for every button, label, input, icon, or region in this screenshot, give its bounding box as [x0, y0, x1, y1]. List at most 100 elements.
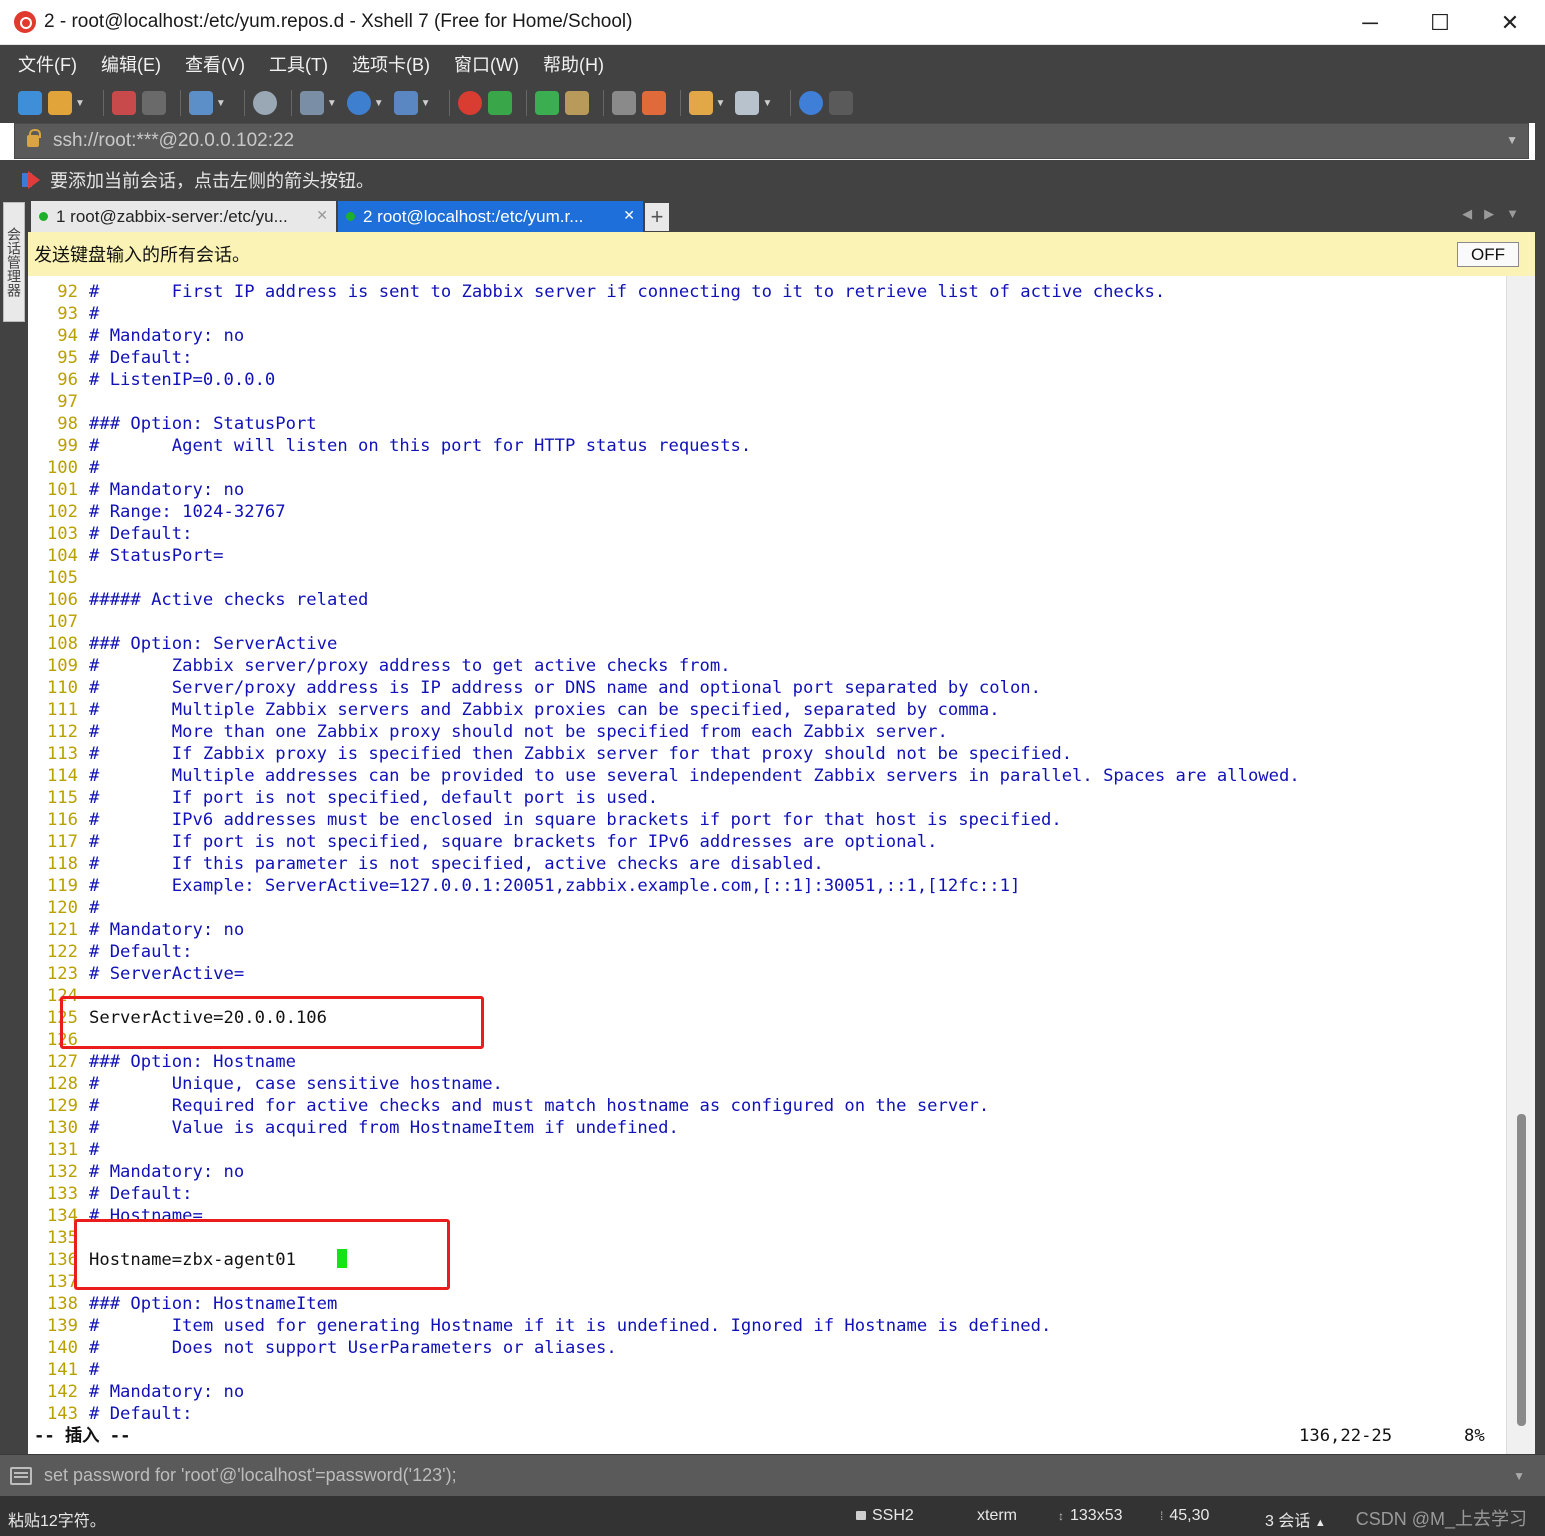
line-content: # Mandatory: no	[89, 1162, 245, 1182]
address-bar[interactable]: ssh://root:***@20.0.0.102:22 ▼	[14, 123, 1529, 159]
layout-icon[interactable]	[735, 91, 760, 115]
line-text: ##### Active checks related	[78, 589, 368, 611]
open-dropdown-icon[interactable]: ▼	[75, 98, 85, 109]
transfer-icon[interactable]	[299, 91, 324, 115]
line-text: #	[78, 457, 99, 479]
line-text: # IPv6 addresses must be enclosed in squ…	[78, 809, 1062, 831]
line-text: # If Zabbix proxy is specified then Zabb…	[78, 743, 1072, 765]
layout-dropdown-icon[interactable]: ▼	[762, 98, 772, 109]
new-session-icon[interactable]	[18, 91, 42, 115]
terminal-line: 120 #	[28, 897, 1508, 919]
broadcast-toggle-button[interactable]: OFF	[1457, 242, 1519, 267]
status-sessions[interactable]: 3 会话 ▲	[1265, 1507, 1326, 1531]
disconnect-icon[interactable]	[111, 91, 136, 115]
terminal-line: 99 # Agent will listen on this port for H…	[28, 435, 1508, 457]
close-icon[interactable]: ✕	[623, 207, 635, 224]
chat-icon[interactable]	[829, 91, 854, 115]
font-dropdown-icon[interactable]: ▼	[421, 98, 431, 109]
menu-file[interactable]: 文件(F)	[14, 51, 81, 77]
line-number: 136	[46, 1250, 78, 1270]
compose-icon[interactable]	[10, 1466, 32, 1485]
line-text: # Default:	[78, 941, 192, 963]
xftp-icon[interactable]	[487, 91, 512, 115]
help-icon[interactable]	[799, 91, 824, 115]
size-label: 133x53	[1070, 1507, 1123, 1524]
menu-edit[interactable]: 编辑(E)	[97, 51, 165, 77]
line-content: # Agent will listen on this port for HTT…	[89, 436, 752, 456]
terminal-line: 115 # If port is not specified, default p…	[28, 787, 1508, 809]
tab-session-1[interactable]: 1 root@zabbix-server:/etc/yu... ✕	[31, 201, 336, 232]
reconnect-icon[interactable]	[141, 91, 166, 115]
terminal-line: 108 ### Option: ServerActive	[28, 633, 1508, 655]
properties-icon[interactable]	[188, 91, 213, 115]
line-number: 98	[57, 414, 78, 434]
terminal-line: 103 # Default:	[28, 523, 1508, 545]
terminal-line: 106 ##### Active checks related	[28, 589, 1508, 611]
chevron-down-icon[interactable]: ▼	[1513, 1469, 1525, 1483]
line-content: # Mandatory: no	[89, 1382, 245, 1402]
tab-bar: 1 root@zabbix-server:/etc/yu... ✕ 2 root…	[28, 200, 1545, 232]
encoding-dropdown-icon[interactable]: ▼	[374, 98, 384, 109]
terminal-line: 95 # Default:	[28, 347, 1508, 369]
address-input[interactable]: ssh://root:***@20.0.0.102:22	[53, 130, 294, 152]
line-content: ##### Active checks related	[89, 590, 369, 610]
xshell-icon[interactable]	[457, 91, 482, 115]
terminal-scrollbar[interactable]	[1506, 276, 1535, 1454]
terminal-line: 100 #	[28, 457, 1508, 479]
highlight-pen-icon[interactable]	[641, 91, 666, 115]
scrollbar-thumb[interactable]	[1517, 1114, 1526, 1426]
terminal-line: 113 # If Zabbix proxy is specified then Z…	[28, 743, 1508, 765]
line-number: 96	[57, 370, 78, 390]
window-controls: ─ ☐ ✕	[1335, 0, 1545, 45]
line-number: 113	[46, 744, 78, 764]
line-content: # If port is not specified, square brack…	[89, 832, 938, 852]
transfer-dropdown-icon[interactable]: ▼	[327, 98, 337, 109]
tab-session-2[interactable]: 2 root@localhost:/etc/yum.r... ✕	[338, 201, 643, 232]
tab-scroll-arrows-icon[interactable]: ◀▶▼	[1462, 206, 1531, 222]
line-number: 122	[46, 942, 78, 962]
line-content: #	[89, 458, 100, 478]
properties-dropdown-icon[interactable]: ▼	[216, 98, 226, 109]
menu-tabs[interactable]: 选项卡(B)	[348, 51, 434, 77]
line-text: # Agent will listen on this port for HTT…	[78, 435, 751, 457]
folder-dropdown-icon[interactable]: ▼	[716, 98, 726, 109]
fullscreen-icon[interactable]	[534, 91, 559, 115]
broadcast-bar: 发送键盘输入的所有会话。 OFF	[28, 232, 1535, 276]
window-frame	[1535, 45, 1545, 1536]
globe-icon[interactable]	[346, 91, 371, 115]
terminal-line: 92 # First IP address is sent to Zabbix s…	[28, 281, 1508, 303]
menu-tools[interactable]: 工具(T)	[265, 51, 332, 77]
maximize-button[interactable]: ☐	[1405, 0, 1475, 45]
terminal-line: 114 # Multiple addresses can be provided …	[28, 765, 1508, 787]
add-folder-icon[interactable]	[688, 91, 713, 115]
terminal-line: 138 ### Option: HostnameItem	[28, 1293, 1508, 1315]
terminal-line: 119 # Example: ServerActive=127.0.0.1:200…	[28, 875, 1508, 897]
terminal-view[interactable]: 92 # First IP address is sent to Zabbix s…	[28, 276, 1535, 1454]
chevron-down-icon[interactable]: ▼	[1506, 133, 1518, 147]
xshell-logo-icon	[14, 11, 36, 33]
line-content: # Item used for generating Hostname if i…	[89, 1316, 1052, 1336]
line-number: 129	[46, 1096, 78, 1116]
menu-window[interactable]: 窗口(W)	[450, 51, 523, 77]
line-content: # If port is not specified, default port…	[89, 788, 659, 808]
line-number: 135	[46, 1228, 78, 1248]
menu-view[interactable]: 查看(V)	[181, 51, 249, 77]
close-icon[interactable]: ✕	[316, 207, 328, 224]
line-number: 115	[46, 788, 78, 808]
keyboard-icon[interactable]	[611, 91, 636, 115]
close-button[interactable]: ✕	[1475, 0, 1545, 45]
protocol-label: SSH2	[872, 1507, 914, 1524]
open-folder-icon[interactable]	[48, 91, 72, 115]
session-manager-tab[interactable]: 会话管理器	[3, 202, 25, 322]
minimize-button[interactable]: ─	[1335, 0, 1405, 45]
compose-bar[interactable]: set password for 'root'@'localhost'=pass…	[0, 1454, 1545, 1496]
menu-help[interactable]: 帮助(H)	[539, 51, 608, 77]
line-text: # More than one Zabbix proxy should not …	[78, 721, 948, 743]
lock-icon[interactable]	[564, 91, 589, 115]
font-icon[interactable]	[393, 91, 418, 115]
line-number: 99	[57, 436, 78, 456]
new-tab-button[interactable]: +	[645, 203, 669, 231]
add-session-arrow-icon[interactable]	[22, 171, 42, 189]
search-icon[interactable]	[252, 91, 277, 115]
compose-input[interactable]: set password for 'root'@'localhost'=pass…	[44, 1465, 457, 1486]
